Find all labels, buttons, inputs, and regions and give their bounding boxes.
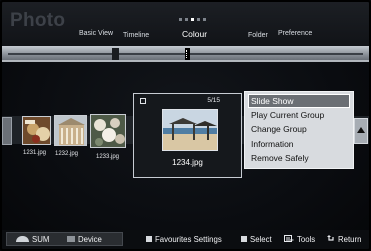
photo-counter: 5/15 [207, 97, 220, 104]
select-button[interactable]: Select [241, 235, 272, 244]
tools-button[interactable]: Tools [284, 234, 316, 245]
strip-left-edge [2, 117, 12, 145]
return-label: Return [338, 234, 362, 244]
enter-key-icon [241, 236, 247, 243]
beach-photo-image [163, 110, 217, 150]
sum-icon [16, 236, 29, 243]
page-dot [197, 18, 200, 21]
tools-icon [284, 234, 294, 245]
tab-colour[interactable]: Colour [182, 29, 207, 39]
select-checkbox[interactable] [140, 98, 146, 104]
page-dot [203, 18, 206, 21]
tools-context-menu: Slide Show Play Current Group Change Gro… [244, 91, 354, 169]
view-timeline-bar[interactable] [2, 46, 369, 62]
page-indicator [179, 18, 206, 21]
tab-timeline[interactable]: Timeline [123, 32, 149, 39]
tab-folder[interactable]: Folder [248, 32, 268, 39]
return-button[interactable]: Return [327, 234, 362, 245]
page-dot [179, 18, 182, 21]
return-arrow-icon [327, 234, 335, 245]
food-photo-image [23, 117, 50, 144]
thumbnail-caption: 1231.jpg [23, 150, 47, 156]
building-photo-image [55, 116, 86, 145]
device-label: Device [78, 234, 102, 244]
menu-item-change-group[interactable]: Change Group [248, 122, 350, 136]
page-dot [185, 18, 188, 21]
favourites-label: Favourites Settings [155, 234, 222, 244]
favourites-settings-button[interactable]: Favourites Settings [146, 235, 222, 244]
device-button[interactable]: Device [67, 235, 102, 244]
page-dot-active [191, 18, 194, 21]
photo-thumbnail[interactable] [90, 114, 126, 148]
scroll-up-arrow[interactable] [354, 118, 368, 144]
menu-item-remove-safely[interactable]: Remove Safely [248, 151, 350, 165]
select-label: Select [250, 234, 272, 244]
tab-basic-view[interactable]: Basic View [79, 30, 113, 37]
focused-photo-card[interactable]: 5/15 1234.jpg [133, 93, 242, 178]
app-title: Photo [10, 10, 66, 31]
sum-button[interactable]: SUM [16, 235, 49, 244]
sum-label: SUM [32, 234, 50, 244]
menu-item-slide-show[interactable]: Slide Show [248, 94, 350, 109]
timeline-marker [112, 48, 119, 60]
timeline-highlight [2, 60, 369, 62]
focused-photo-filename: 1234.jpg [172, 158, 203, 167]
menu-item-information[interactable]: Information [248, 137, 350, 151]
focused-photo-thumbnail [162, 109, 218, 151]
photo-thumbnail[interactable] [22, 116, 51, 145]
menu-item-play-current-group[interactable]: Play Current Group [248, 108, 350, 122]
photo-browser-screen: Photo Basic View Timeline Colour Folder … [0, 0, 371, 251]
tab-preference[interactable]: Preference [278, 30, 312, 37]
flowers-photo-image [91, 115, 125, 147]
timeline-cursor[interactable] [185, 48, 190, 60]
photo-thumbnail[interactable] [54, 115, 87, 146]
tools-label: Tools [297, 234, 316, 244]
device-icon [67, 236, 75, 243]
color-key-icon [146, 236, 152, 243]
thumbnail-caption: 1233.jpg [96, 154, 120, 160]
thumbnail-caption: 1232.jpg [55, 151, 79, 157]
